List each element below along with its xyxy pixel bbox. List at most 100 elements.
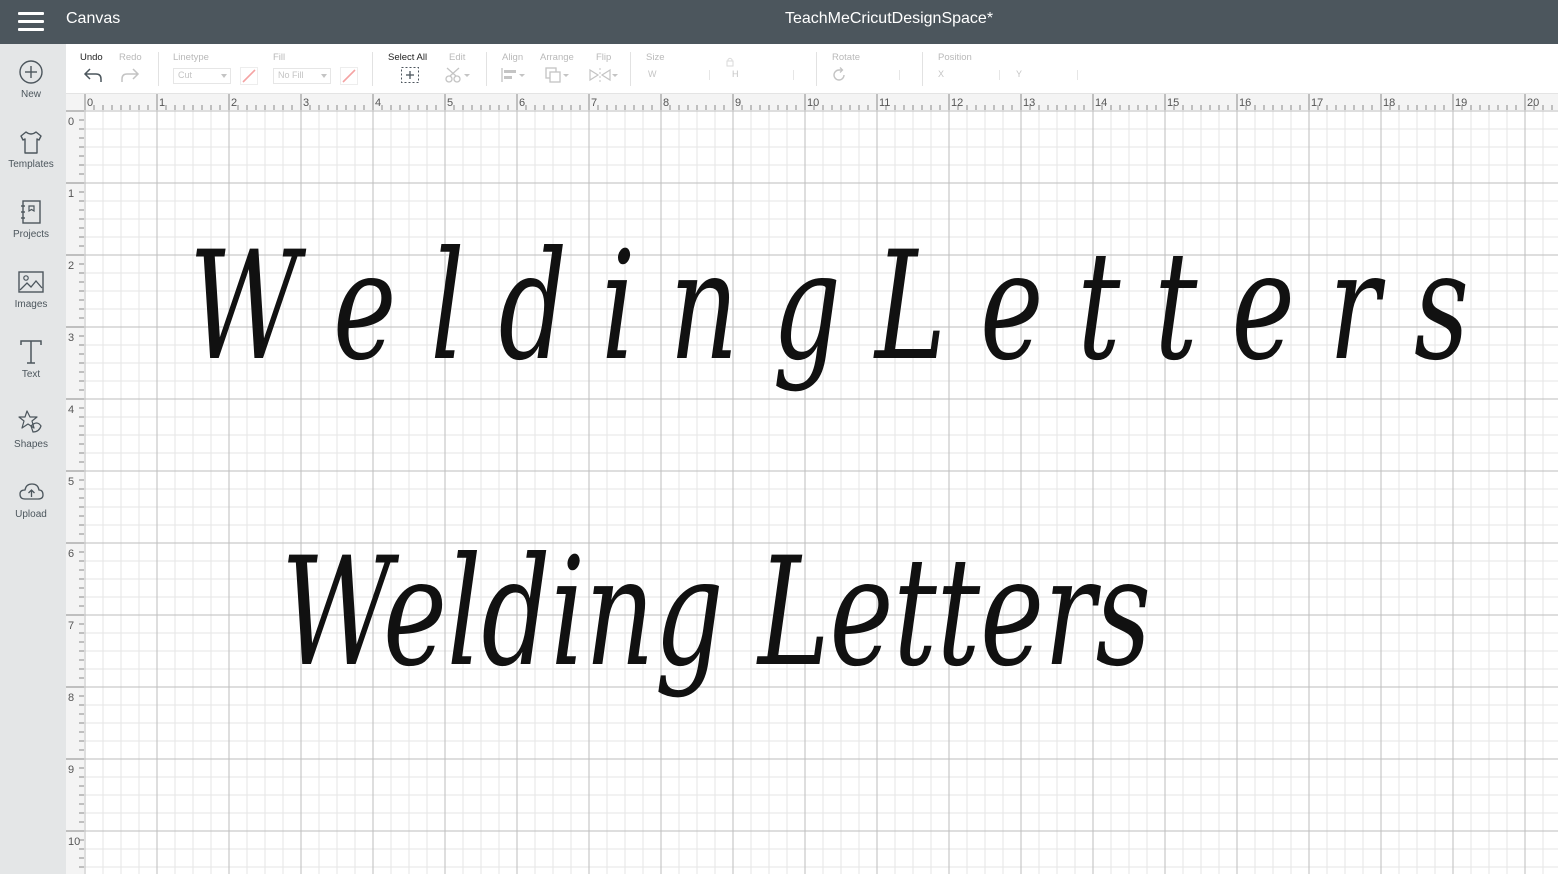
ruler-x-label: 15 [1167,97,1179,109]
toolbar-separator [158,52,159,86]
edit-toolbar: Undo Redo Linetype Cut Fill No Fill Sele… [66,44,1558,94]
fill-label: Fill [273,52,286,63]
spin-arrows-icon[interactable] [793,70,799,80]
sidebar-item-upload[interactable]: Upload [0,478,62,542]
align-icon[interactable] [500,66,528,84]
rotate-label: Rotate [832,52,860,63]
ruler-y-label: 10 [68,836,80,848]
spin-arrows-icon[interactable] [899,70,905,80]
lock-icon[interactable] [725,57,735,67]
spin-arrows-icon[interactable] [999,70,1005,80]
sidebar-item-new[interactable]: New [0,58,62,122]
shapes-icon [18,410,42,433]
position-label: Position [938,52,972,63]
chevron-down-icon [321,74,327,78]
projects-icon [21,200,41,224]
fill-color-swatch[interactable] [340,67,358,85]
undo-label: Undo [80,52,103,63]
undo-icon[interactable] [82,66,104,84]
spin-arrows-icon[interactable] [709,70,715,80]
ruler-x-label: 7 [591,97,597,109]
height-label: H [732,69,739,79]
sidebar-label-shapes: Shapes [14,439,48,450]
ruler-x-label: 3 [303,97,309,109]
sidebar-label-new: New [20,89,41,100]
position-x-label: X [938,69,945,79]
position-x-input[interactable]: X [934,68,1007,84]
flip-icon[interactable] [588,66,618,84]
ruler-x-label: 19 [1455,97,1467,109]
spin-arrows-icon[interactable] [1077,70,1083,80]
linetype-color-swatch[interactable] [240,67,258,85]
ruler-x-label: 1 [159,97,165,109]
canvas-grid[interactable]: 0 1 2 3 4 5 6 7 8 9 10 11 12 13 14 15 16 17 18 19 20 0123456… [66,94,1558,874]
select-all-icon[interactable] [400,66,420,84]
scissors-icon[interactable] [444,66,472,84]
sidebar-item-templates[interactable]: Templates [0,128,62,192]
upload-cloud-icon [19,483,44,500]
sidebar-label-projects: Projects [12,229,50,240]
toolbar-separator [486,52,487,86]
plus-circle-icon [19,60,43,84]
ruler-x-label: 6 [519,97,525,109]
ruler-x-label: 2 [231,97,237,109]
rotate-icon [833,67,845,81]
sidebar-label-upload: Upload [15,509,47,520]
ruler-x-label: 10 [807,97,819,109]
linetype-value: Cut [178,70,193,80]
linetype-label: Linetype [173,52,209,63]
ruler-x-label: 8 [663,97,669,109]
ruler-y-label: 0 [68,116,74,128]
image-icon [18,271,44,293]
width-input[interactable]: W [644,68,717,84]
edit-label: Edit [449,52,466,63]
ruler-x-label: 11 [879,97,890,109]
ruler-x-label: 5 [447,97,453,109]
chevron-down-icon [221,74,227,78]
sidebar-item-projects[interactable]: Projects [0,198,62,262]
ruler-x-label: 14 [1095,97,1107,109]
ruler-y-label: 7 [68,620,74,632]
ruler-y-label: 9 [68,764,74,776]
ruler-y-label: 2 [68,260,74,272]
text-layer-spaced[interactable]: W e l d i n g L e t t e r s [189,220,1469,394]
design-canvas[interactable]: 0 1 2 3 4 5 6 7 8 9 10 11 12 13 14 15 16 17 18 19 20 0123456… [66,94,1558,874]
ruler-x-label: 20 [1527,97,1539,109]
ruler-x-label: 4 [375,97,381,109]
sidebar-item-images[interactable]: Images [0,268,62,332]
height-input[interactable]: H [728,68,801,84]
arrange-label: Arrange [540,52,574,63]
top-header: Canvas TeachMeCricutDesignSpace* [0,0,1558,44]
text-layer-welded[interactable]: Welding Letters [281,526,1151,700]
flip-label: Flip [596,52,612,63]
toolbar-separator [372,52,373,86]
ruler-y-label: 5 [68,476,74,488]
sidebar-label-text: Text [21,369,41,380]
ruler-x-label: 17 [1311,97,1323,109]
toolbar-separator [816,52,817,86]
sidebar-item-text[interactable]: Text [0,338,62,402]
select-all-label: Select All [388,52,428,63]
align-label: Align [502,52,524,63]
width-label: W [648,69,657,79]
rotate-input[interactable] [853,68,907,84]
horizontal-ruler-labels: 0 1 2 3 4 5 6 7 8 9 10 11 12 13 14 15 16 17 18 19 20 [87,97,1539,109]
ruler-x-label: 0 [87,97,93,109]
fill-select[interactable]: No Fill [273,68,331,84]
position-y-input[interactable]: Y [1012,68,1085,84]
text-icon [20,340,42,364]
fill-value: No Fill [278,70,304,80]
sidebar-label-images: Images [14,299,48,310]
ruler-x-label: 16 [1239,97,1251,109]
tshirt-icon [20,131,42,154]
ruler-y-label: 3 [68,332,74,344]
position-y-label: Y [1016,69,1023,79]
arrange-icon[interactable] [544,66,572,84]
toolbar-separator [922,52,923,86]
ruler-x-label: 9 [735,97,741,109]
linetype-select[interactable]: Cut [173,68,231,84]
ruler-x-label: 18 [1383,97,1395,109]
sidebar-item-shapes[interactable]: Shapes [0,408,62,472]
redo-icon[interactable] [119,66,141,84]
left-sidebar: New Templates Projects Images Text Shape… [0,44,66,874]
